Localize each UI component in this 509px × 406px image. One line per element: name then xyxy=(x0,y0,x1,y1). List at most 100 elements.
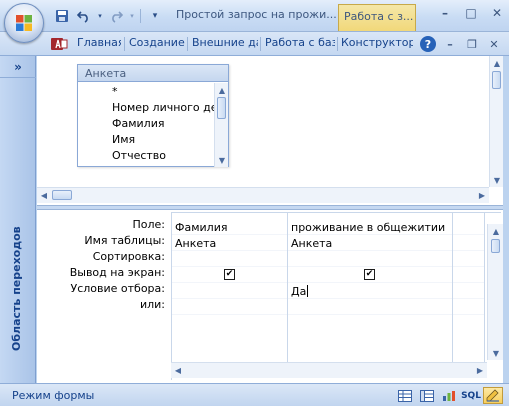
field-item[interactable]: Отчество xyxy=(78,147,214,163)
window-controls: – □ ✕ xyxy=(437,4,505,22)
criteria-value: Да xyxy=(291,285,307,298)
tab-create[interactable]: Создание xyxy=(129,36,185,54)
title-bar: ▾ ▾ ▾ Простой запрос на прожи... Работа … xyxy=(0,0,509,32)
tab-separator xyxy=(337,37,338,51)
tab-separator xyxy=(260,37,261,51)
field-item[interactable]: Имя xyxy=(78,131,214,147)
grid-column xyxy=(453,213,485,363)
grid-vertical-scrollbar[interactable]: ▲ ▼ xyxy=(487,224,503,360)
grid-column: Фамилия Анкета ✔ xyxy=(172,213,288,363)
table-pane-vertical-scrollbar[interactable]: ▲ ▼ xyxy=(489,56,503,187)
grid-cell-criteria[interactable] xyxy=(453,283,484,299)
access-app-icon xyxy=(51,38,68,50)
grid-cell-table[interactable]: Анкета xyxy=(288,235,452,251)
grid-cell-show: ✔ xyxy=(172,267,287,283)
row-label-sort: Сортировка: xyxy=(92,250,165,263)
grid-cell-criteria[interactable] xyxy=(172,283,287,299)
show-checkbox[interactable]: ✔ xyxy=(364,269,375,280)
table-field-list[interactable]: Анкета * Номер личного де Фамилия Имя От… xyxy=(77,64,229,167)
scroll-thumb[interactable] xyxy=(491,239,500,253)
sql-view-button[interactable]: SQL xyxy=(461,387,481,404)
pivot-table-icon[interactable] xyxy=(417,387,437,404)
tab-external-data[interactable]: Внешние да xyxy=(192,36,258,54)
quick-access-toolbar: ▾ ▾ ▾ xyxy=(52,6,165,26)
design-grid-pane: Поле: Имя таблицы: Сортировка: Вывод на … xyxy=(37,210,503,383)
maximize-icon[interactable]: □ xyxy=(463,4,479,22)
scroll-thumb[interactable] xyxy=(52,190,72,200)
grid-cell-table[interactable]: Анкета xyxy=(172,235,287,251)
ribbon-tabs: Главная Создание Внешние да Работа с баз… xyxy=(0,32,509,56)
toolbar-separator xyxy=(140,9,141,23)
grid-horizontal-scrollbar[interactable]: ◀ ▶ xyxy=(171,362,487,378)
undo-dropdown-icon[interactable]: ▾ xyxy=(96,7,104,25)
status-bar: Режим формы SQL xyxy=(0,383,509,406)
query-design-window: Анкета * Номер личного де Фамилия Имя От… xyxy=(37,56,503,383)
grid-column: проживание в общежитии Анкета ✔ Да xyxy=(288,213,453,363)
office-button[interactable] xyxy=(4,3,44,43)
navigation-pane-label[interactable]: Область переходов xyxy=(10,201,23,351)
tab-separator xyxy=(187,37,188,51)
show-checkbox[interactable]: ✔ xyxy=(224,269,235,280)
datasheet-view-icon[interactable] xyxy=(395,387,415,404)
grid-cell-show[interactable] xyxy=(453,267,484,283)
scroll-up-icon[interactable]: ▲ xyxy=(490,56,504,70)
tab-database-tools[interactable]: Работа с баз xyxy=(265,36,335,54)
grid-cell-criteria[interactable]: Да xyxy=(288,283,452,299)
scroll-left-icon[interactable]: ◀ xyxy=(37,188,51,202)
grid-cell-sort[interactable] xyxy=(172,251,287,267)
save-icon[interactable] xyxy=(52,7,72,25)
close-icon[interactable]: ✕ xyxy=(489,4,505,22)
grid-cell-field[interactable] xyxy=(453,219,484,235)
row-label-table: Имя таблицы: xyxy=(84,234,165,247)
help-icon[interactable]: ? xyxy=(420,36,436,52)
minimize-icon[interactable]: – xyxy=(437,4,453,22)
tab-home[interactable]: Главная xyxy=(77,36,121,54)
row-label-field: Поле: xyxy=(132,218,165,231)
table-title[interactable]: Анкета xyxy=(78,65,228,82)
tab-separator xyxy=(124,37,125,51)
grid-cell-field[interactable]: Фамилия xyxy=(172,219,287,235)
customize-icon[interactable]: ▾ xyxy=(145,7,165,25)
table-pane[interactable]: Анкета * Номер личного де Фамилия Имя От… xyxy=(37,56,503,205)
table-pane-horizontal-scrollbar[interactable]: ◀ ▶ xyxy=(37,187,489,203)
grid-cell-or[interactable] xyxy=(172,299,287,315)
grid-cell-or[interactable] xyxy=(453,299,484,315)
restore-icon[interactable]: ❐ xyxy=(465,36,479,52)
tab-design[interactable]: Конструктор xyxy=(341,36,413,54)
redo-icon[interactable] xyxy=(106,7,126,25)
text-caret xyxy=(307,285,309,297)
grid-cell-sort[interactable] xyxy=(288,251,452,267)
grid-cell-table[interactable] xyxy=(453,235,484,251)
status-text: Режим формы xyxy=(12,389,95,402)
grid-cell-show: ✔ xyxy=(288,267,452,283)
minimize-icon[interactable]: – xyxy=(443,36,457,52)
grid-cell-sort[interactable] xyxy=(453,251,484,267)
scroll-thumb[interactable] xyxy=(217,97,226,119)
navigation-pane[interactable]: » Область переходов xyxy=(0,56,36,383)
scroll-up-icon[interactable]: ▲ xyxy=(489,224,503,238)
close-icon[interactable]: ✕ xyxy=(487,36,501,52)
scroll-up-icon[interactable]: ▲ xyxy=(215,83,229,97)
scroll-down-icon[interactable]: ▼ xyxy=(489,346,503,360)
grid-cell-field[interactable]: проживание в общежитии xyxy=(288,219,452,235)
field-item[interactable]: Фамилия xyxy=(78,115,214,131)
scroll-down-icon[interactable]: ▼ xyxy=(215,153,229,167)
undo-icon[interactable] xyxy=(74,7,94,25)
grid-cell-or[interactable] xyxy=(288,299,452,315)
office-logo-icon xyxy=(16,15,32,31)
view-switcher: SQL xyxy=(395,387,503,404)
row-label-criteria: Условие отбора: xyxy=(70,282,166,295)
expand-pane-icon[interactable]: » xyxy=(0,56,36,78)
scroll-left-icon[interactable]: ◀ xyxy=(171,363,185,377)
scroll-down-icon[interactable]: ▼ xyxy=(490,173,504,187)
pivot-chart-icon[interactable] xyxy=(439,387,459,404)
redo-dropdown-icon[interactable]: ▾ xyxy=(128,7,136,25)
scroll-right-icon[interactable]: ▶ xyxy=(473,363,487,377)
scroll-thumb[interactable] xyxy=(492,71,501,89)
field-item[interactable]: Номер личного де xyxy=(78,99,214,115)
row-label-or: или: xyxy=(139,298,165,311)
scroll-right-icon[interactable]: ▶ xyxy=(475,188,489,202)
field-item[interactable]: * xyxy=(78,83,214,99)
design-view-icon[interactable] xyxy=(483,387,503,404)
field-list-scrollbar[interactable]: ▲ ▼ xyxy=(214,83,228,167)
